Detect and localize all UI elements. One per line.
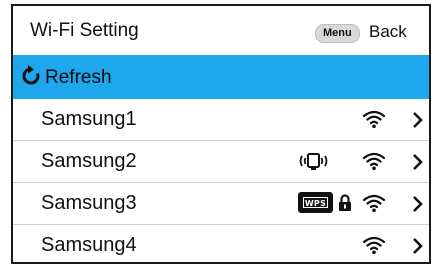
network-row-samsung4[interactable]: Samsung4 [13, 225, 429, 262]
wps-label: WPS [303, 197, 328, 208]
wifi-signal-icon [362, 194, 386, 213]
device-vibrate-icon [299, 153, 328, 170]
network-list: Samsung1 Samsung2 Samsung3 WPS Samsung4 [13, 99, 429, 262]
page-title: Wi-Fi Setting [30, 20, 139, 41]
header-bar: Wi-Fi Setting Menu Back [13, 6, 429, 56]
back-button[interactable]: Back [369, 22, 407, 42]
wps-icon: WPS [298, 192, 333, 213]
chevron-right-icon [413, 154, 423, 170]
chevron-right-icon [413, 112, 423, 128]
network-row-samsung3[interactable]: Samsung3 WPS [13, 183, 429, 225]
network-ssid: Samsung3 [41, 192, 137, 214]
wifi-signal-icon [362, 236, 386, 255]
wifi-signal-icon [362, 110, 386, 129]
network-ssid: Samsung4 [41, 234, 137, 256]
network-ssid: Samsung1 [41, 108, 137, 130]
refresh-button[interactable]: Refresh [13, 55, 429, 99]
wifi-setting-screen: Wi-Fi Setting Menu Back Refresh Samsung1 [11, 4, 431, 264]
wifi-signal-icon [362, 152, 386, 171]
chevron-right-icon [413, 238, 423, 254]
network-row-samsung2[interactable]: Samsung2 [13, 141, 429, 183]
menu-button[interactable]: Menu [315, 24, 360, 43]
lock-icon [339, 194, 351, 211]
network-row-samsung1[interactable]: Samsung1 [13, 99, 429, 141]
refresh-label: Refresh [45, 67, 112, 88]
refresh-icon [22, 65, 40, 85]
network-ssid: Samsung2 [41, 150, 137, 172]
chevron-right-icon [413, 196, 423, 212]
